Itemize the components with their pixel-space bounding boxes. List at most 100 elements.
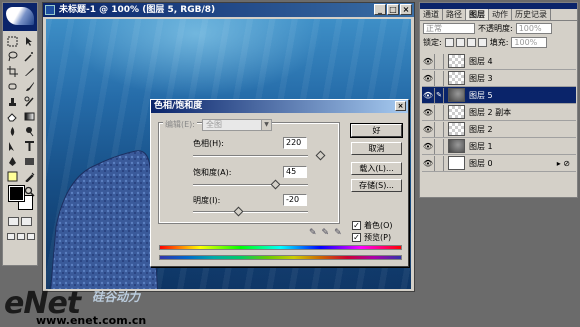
layer-link-cell[interactable] [434,121,444,137]
dodge-tool-icon[interactable] [21,124,37,138]
ok-button[interactable]: 好 [350,123,403,138]
load-button[interactable]: 载入(L)... [351,162,402,175]
screen-mode-buttons[interactable] [7,233,35,240]
visibility-eye-icon[interactable]: 👁 [422,74,434,83]
lightness-input[interactable]: -20 [283,194,307,206]
tab-0[interactable]: 通道 [420,9,443,20]
layer-effects-icon[interactable]: ▸ ⊘ [557,159,570,168]
save-button[interactable]: 存储(S)... [351,179,402,192]
visibility-eye-icon[interactable]: 👁 [422,142,434,151]
layer-thumbnail [448,54,465,68]
colorize-checkbox[interactable]: ✓ 着色(O) [352,220,393,231]
gradient-tool-icon[interactable] [21,109,37,123]
document-title-bar[interactable]: 未标题-1 @ 100% (图层 5, RGB/8) _ □ × [43,3,414,17]
layer-row[interactable]: 👁 图层 0 ▸ ⊘ [422,155,576,172]
dialog-title-bar[interactable]: 色相/饱和度 × [151,100,408,113]
eraser-tool-icon[interactable] [4,109,20,123]
layer-link-cell[interactable] [434,104,444,120]
layer-link-cell[interactable]: ✎ [434,87,444,103]
layer-row[interactable]: 👁 ✎ 图层 5 [422,87,576,104]
lock-transparency-icon[interactable] [444,37,454,47]
preview-label: 预览(P) [364,233,392,242]
document-icon [45,5,55,15]
magic-wand-tool-icon[interactable] [21,49,37,63]
layer-row[interactable]: 👁 图层 3 [422,70,576,87]
layer-link-cell[interactable] [434,70,444,86]
hue-slider-track[interactable] [193,155,308,157]
layers-panel: 通道 路径 图层 动作 历史记录 正常 不透明度: 100% 锁定: 填充: 100% … [419,2,578,198]
layer-thumbnail [448,71,465,85]
fill-input[interactable]: 100% [511,36,548,48]
hue-input[interactable]: 220 [283,137,307,149]
adjust-group [158,122,340,224]
lock-label: 锁定: [423,37,442,47]
slice-tool-icon[interactable] [21,64,37,78]
colorize-check-box[interactable]: ✓ [352,221,361,230]
layer-link-cell[interactable] [434,138,444,154]
visibility-eye-icon[interactable]: 👁 [422,125,434,134]
visibility-eye-icon[interactable]: 👁 [422,108,434,117]
dialog-close-button[interactable]: × [395,101,406,111]
cancel-button[interactable]: 取消 [351,142,402,155]
blend-mode-select[interactable]: 正常 [423,22,475,34]
tab-4[interactable]: 历史记录 [512,9,551,20]
opacity-input[interactable]: 100% [515,22,552,34]
saturation-slider-track[interactable] [193,184,308,186]
edit-label: 编辑(E): [163,119,197,130]
quick-mask-buttons[interactable] [8,217,34,226]
visibility-eye-icon[interactable]: 👁 [422,159,434,168]
eyedropper-tool-icon[interactable] [21,169,37,183]
lock-row: 锁定: 填充: 100% [420,35,577,49]
layer-row[interactable]: 👁 图层 2 副本 [422,104,576,121]
edit-select[interactable]: 全图 ▼ [202,119,272,131]
eyedropper-minus-icon[interactable]: ✎ [334,228,342,238]
lasso-tool-icon[interactable] [4,49,20,63]
eyedropper-icon[interactable]: ✎ [309,228,317,238]
layer-thumbnail [448,88,465,102]
tab-2[interactable]: 图层 [466,9,489,20]
path-selection-tool-icon[interactable] [4,139,20,153]
layer-link-cell[interactable] [434,53,444,69]
edit-select-value: 全图 [206,120,222,129]
visibility-eye-icon[interactable]: 👁 [422,57,434,66]
layer-row[interactable]: 👁 图层 4 [422,53,576,70]
layer-row[interactable]: 👁 图层 1 [422,138,576,155]
crop-tool-icon[interactable] [4,64,20,78]
layer-link-cell[interactable] [434,155,444,171]
photoshop-logo [3,3,37,31]
preview-check-box[interactable]: ✓ [352,233,361,242]
opacity-label: 不透明度: [478,23,513,33]
lock-pixels-icon[interactable] [455,37,465,47]
maximize-button[interactable]: □ [387,4,399,15]
visibility-eye-icon[interactable]: 👁 [422,91,434,100]
tab-1[interactable]: 路径 [443,9,466,20]
marquee-tool-icon[interactable] [4,34,20,48]
saturation-input[interactable]: 45 [283,166,307,178]
chevron-down-icon: ▼ [261,120,271,130]
brush-tool-icon[interactable] [21,79,37,93]
move-tool-icon[interactable] [21,34,37,48]
shape-tool-icon[interactable] [21,154,37,168]
history-brush-tool-icon[interactable] [21,94,37,108]
lock-all-icon[interactable] [477,37,487,47]
healing-brush-tool-icon[interactable] [4,79,20,93]
layer-thumbnail [448,122,465,136]
close-button[interactable]: × [400,4,412,15]
blur-tool-icon[interactable] [4,124,20,138]
layer-name: 图层 2 [469,124,493,134]
layer-row[interactable]: 👁 图层 2 [422,121,576,138]
type-tool-icon[interactable] [21,139,37,153]
tab-3[interactable]: 动作 [489,9,512,20]
layer-name: 图层 0 [469,158,493,168]
eyedropper-plus-icon[interactable]: ✎ [322,228,330,238]
pen-tool-icon[interactable] [4,154,20,168]
lock-position-icon[interactable] [466,37,476,47]
foreground-color-swatch[interactable] [8,185,25,202]
minimize-button[interactable]: _ [374,4,386,15]
hue-saturation-dialog: 色相/饱和度 × 编辑(E): 全图 ▼ 色相(H): 220 饱和度(A): … [150,99,409,267]
clone-stamp-tool-icon[interactable] [4,94,20,108]
notes-tool-icon[interactable] [4,169,20,183]
lightness-label: 明度(I): [193,196,221,205]
lightness-slider-track[interactable] [193,211,308,213]
preview-checkbox[interactable]: ✓ 预览(P) [352,232,391,243]
